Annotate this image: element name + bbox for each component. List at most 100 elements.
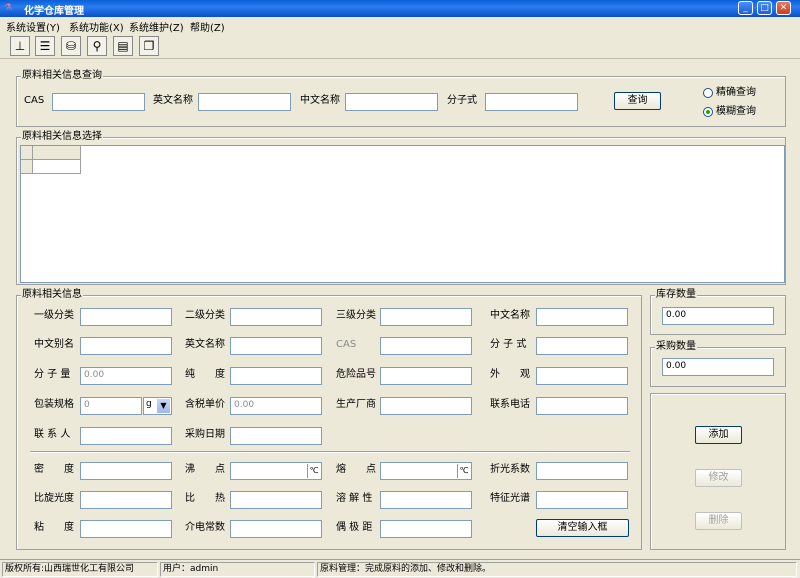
menu-system-maintenance[interactable]: 系统维护(Z)	[129, 19, 184, 34]
cn-name-input[interactable]	[536, 308, 628, 326]
grid-header-cell[interactable]	[33, 146, 81, 160]
hazard-no-input[interactable]	[380, 367, 472, 385]
unit-price-label: 含税单价	[185, 399, 225, 410]
query-cn-name-label: 中文名称	[300, 95, 340, 106]
package-input[interactable]: 0	[80, 397, 142, 415]
modify-button[interactable]: 修改	[695, 469, 742, 487]
contact-label: 联 系 人	[34, 429, 71, 440]
results-grid[interactable]	[20, 145, 785, 283]
spectrum-input[interactable]	[536, 491, 628, 509]
copy-icon[interactable]: ❐	[139, 36, 159, 56]
rotation-label: 比旋光度	[34, 493, 74, 504]
appearance-input[interactable]	[536, 367, 628, 385]
refraction-input[interactable]	[536, 462, 628, 480]
query-formula-label: 分子式	[447, 95, 477, 106]
solubility-input[interactable]	[380, 491, 472, 509]
menu-help[interactable]: 帮助(Z)	[190, 19, 225, 34]
level3-input[interactable]	[380, 308, 472, 326]
dielectric-label: 介电常数	[185, 522, 225, 533]
dipole-label: 偶 极 距	[336, 522, 373, 533]
package-unit-value: g	[146, 399, 152, 409]
info-group-title: 原料相关信息	[21, 289, 83, 301]
fuzzy-search-radio[interactable]	[703, 107, 713, 117]
mol-weight-label: 分 子 量	[34, 369, 71, 380]
rotation-input[interactable]	[80, 491, 172, 509]
delete-button[interactable]: 删除	[695, 512, 742, 530]
specific-heat-label: 比 热	[185, 493, 225, 504]
query-group-title: 原料相关信息查询	[21, 70, 103, 82]
menu-system-functions[interactable]: 系统功能(X)	[69, 19, 124, 34]
add-button[interactable]: 添加	[695, 426, 742, 444]
purchase-date-input[interactable]	[230, 427, 322, 445]
phone-input[interactable]	[536, 397, 628, 415]
query-en-name-label: 英文名称	[153, 95, 193, 106]
contact-input[interactable]	[80, 427, 172, 445]
unit-price-input[interactable]: 0.00	[230, 397, 322, 415]
close-icon[interactable]: ✕	[776, 1, 791, 15]
package-unit-select[interactable]: g ▼	[143, 397, 172, 415]
melting-label: 熔 点	[336, 464, 376, 475]
purchase-title: 采购数量	[655, 341, 697, 353]
phone-label: 联系电话	[490, 399, 530, 410]
hazard-no-label: 危险品号	[336, 369, 376, 380]
chevron-down-icon[interactable]: ▼	[156, 398, 171, 414]
mol-weight-input[interactable]: 0.00	[80, 367, 172, 385]
formula-label: 分 子 式	[490, 339, 527, 350]
formula-input[interactable]	[536, 337, 628, 355]
database-icon[interactable]: ⛁	[61, 36, 81, 56]
query-cn-name-input[interactable]	[345, 93, 438, 111]
org-chart-icon[interactable]: ⊥	[10, 36, 30, 56]
cas-input[interactable]	[380, 337, 472, 355]
viscosity-input[interactable]	[80, 520, 172, 538]
divider	[30, 451, 630, 453]
binoculars-icon[interactable]: ⚲	[87, 36, 107, 56]
viscosity-label: 粘 度	[34, 522, 74, 533]
search-button[interactable]: 查询	[614, 92, 661, 110]
boiling-input[interactable]: ℃	[230, 462, 322, 480]
minimize-icon[interactable]: _	[738, 1, 753, 15]
en-name-label: 英文名称	[185, 339, 225, 350]
grid-cell[interactable]	[33, 160, 81, 174]
level1-input[interactable]	[80, 308, 172, 326]
density-input[interactable]	[80, 462, 172, 480]
purchase-date-label: 采购日期	[185, 429, 225, 440]
cn-name-label: 中文名称	[490, 310, 530, 321]
manufacturer-input[interactable]	[380, 397, 472, 415]
cas-label: CAS	[336, 339, 357, 350]
purchase-input[interactable]: 0.00	[662, 358, 774, 376]
grid-corner-cell	[21, 146, 33, 160]
maximize-icon[interactable]: □	[757, 1, 772, 15]
en-name-input[interactable]	[230, 337, 322, 355]
query-formula-input[interactable]	[485, 93, 578, 111]
exact-search-radio[interactable]	[703, 88, 713, 98]
query-en-name-input[interactable]	[198, 93, 291, 111]
exact-search-label: 精确查询	[716, 87, 756, 98]
query-cas-input[interactable]	[52, 93, 145, 111]
grid-row-header[interactable]	[21, 160, 33, 174]
boiling-unit: ℃	[307, 464, 320, 478]
level1-label: 一级分类	[34, 310, 74, 321]
query-cas-label: CAS	[24, 95, 45, 106]
toolbar: ⊥ ☰ ⛁ ⚲ ▤ ❐	[0, 33, 800, 59]
title-bar: ⚗ 化学仓库管理 _ □ ✕	[0, 0, 800, 17]
manufacturer-label: 生产厂商	[336, 399, 376, 410]
fuzzy-search-label: 模糊查询	[716, 106, 756, 117]
cn-alias-input[interactable]	[80, 337, 172, 355]
stock-input[interactable]: 0.00	[662, 307, 774, 325]
spectrum-label: 特征光谱	[490, 493, 530, 504]
document-list-icon[interactable]: ☰	[35, 36, 55, 56]
boiling-label: 沸 点	[185, 464, 225, 475]
purity-input[interactable]	[230, 367, 322, 385]
clear-inputs-button[interactable]: 清空输入框	[536, 519, 629, 537]
notepad-icon[interactable]: ▤	[113, 36, 133, 56]
dipole-input[interactable]	[380, 520, 472, 538]
dielectric-input[interactable]	[230, 520, 322, 538]
level2-input[interactable]	[230, 308, 322, 326]
status-bar: 版权所有:山西瑞世化工有限公司 用户：admin 原料管理：完成原料的添加、修改…	[0, 559, 800, 578]
menu-system-settings[interactable]: 系统设置(Y)	[6, 19, 60, 34]
specific-heat-input[interactable]	[230, 491, 322, 509]
melting-input[interactable]: ℃	[380, 462, 472, 480]
status-copyright: 版权所有:山西瑞世化工有限公司	[2, 562, 158, 577]
stock-title: 库存数量	[655, 289, 697, 301]
cn-alias-label: 中文别名	[34, 339, 74, 350]
